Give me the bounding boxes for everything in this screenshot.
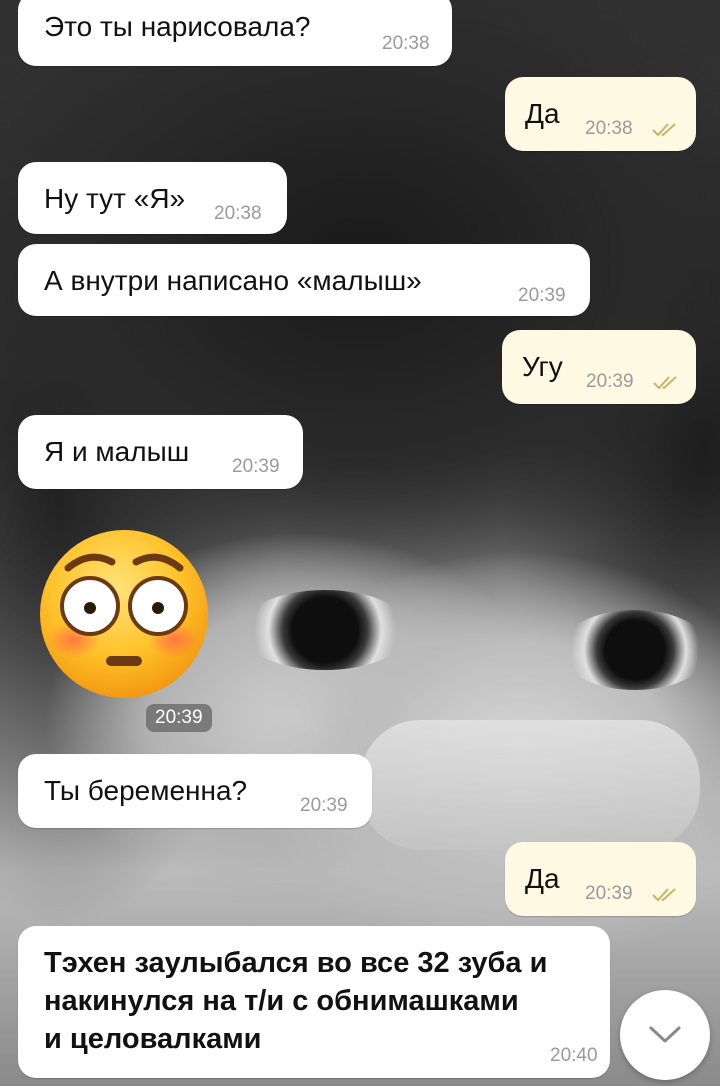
message-incoming[interactable]: Тэхен заулыбался во все 32 зуба и накину… xyxy=(18,926,610,1078)
double-check-icon xyxy=(652,888,676,902)
message-text: Тэхен заулыбался во все 32 зуба и накину… xyxy=(44,944,547,1058)
message-text-line: накинулся на т/и с обнимашками xyxy=(44,985,519,1017)
message-time: 20:39 xyxy=(586,371,634,392)
message-time: 20:39 xyxy=(300,795,348,816)
message-time: 20:40 xyxy=(550,1045,598,1066)
message-text: Угу xyxy=(522,351,563,382)
message-time: 20:38 xyxy=(382,33,430,54)
message-time: 20:39 xyxy=(518,285,566,306)
double-check-icon xyxy=(652,123,676,137)
message-time: 20:39 xyxy=(585,883,633,904)
wallpaper-hand xyxy=(360,720,700,850)
wallpaper-eye-left xyxy=(240,590,410,670)
message-text-line: и целовалками xyxy=(44,1023,262,1055)
message-text: Я и малыш xyxy=(44,436,190,467)
wallpaper-eye-right xyxy=(560,610,710,690)
message-text: Да xyxy=(525,863,560,894)
flushed-face-icon xyxy=(40,530,208,698)
message-time: 20:38 xyxy=(214,203,262,224)
message-time: 20:38 xyxy=(585,118,633,139)
message-outgoing[interactable]: Угу 20:39 xyxy=(502,330,696,404)
message-text: Да xyxy=(525,98,560,129)
message-time: 20:39 xyxy=(146,704,212,732)
message-text: Ты беременна? xyxy=(44,775,248,806)
message-incoming[interactable]: Я и малыш 20:39 xyxy=(18,415,303,489)
message-incoming[interactable]: Это ты нарисовала? 20:38 xyxy=(18,0,452,66)
message-text: Ну тут «Я» xyxy=(44,183,186,214)
scroll-to-bottom-button[interactable] xyxy=(620,990,710,1080)
message-text: А внутри написано «малыш» xyxy=(44,265,422,296)
double-check-icon xyxy=(653,376,677,390)
message-text: Это ты нарисовала? xyxy=(44,11,311,42)
chevron-down-icon xyxy=(649,1026,681,1043)
message-emoji[interactable]: 20:39 xyxy=(38,528,212,732)
message-outgoing[interactable]: Да 20:39 xyxy=(505,842,696,916)
message-incoming[interactable]: Ты беременна? 20:39 xyxy=(18,754,372,828)
message-incoming[interactable]: А внутри написано «малыш» 20:39 xyxy=(18,244,590,316)
message-outgoing[interactable]: Да 20:38 xyxy=(505,77,696,151)
message-incoming[interactable]: Ну тут «Я» 20:38 xyxy=(18,162,287,234)
message-text-line: Тэхен заулыбался во все 32 зуба и xyxy=(44,947,548,979)
message-time: 20:39 xyxy=(232,456,280,477)
